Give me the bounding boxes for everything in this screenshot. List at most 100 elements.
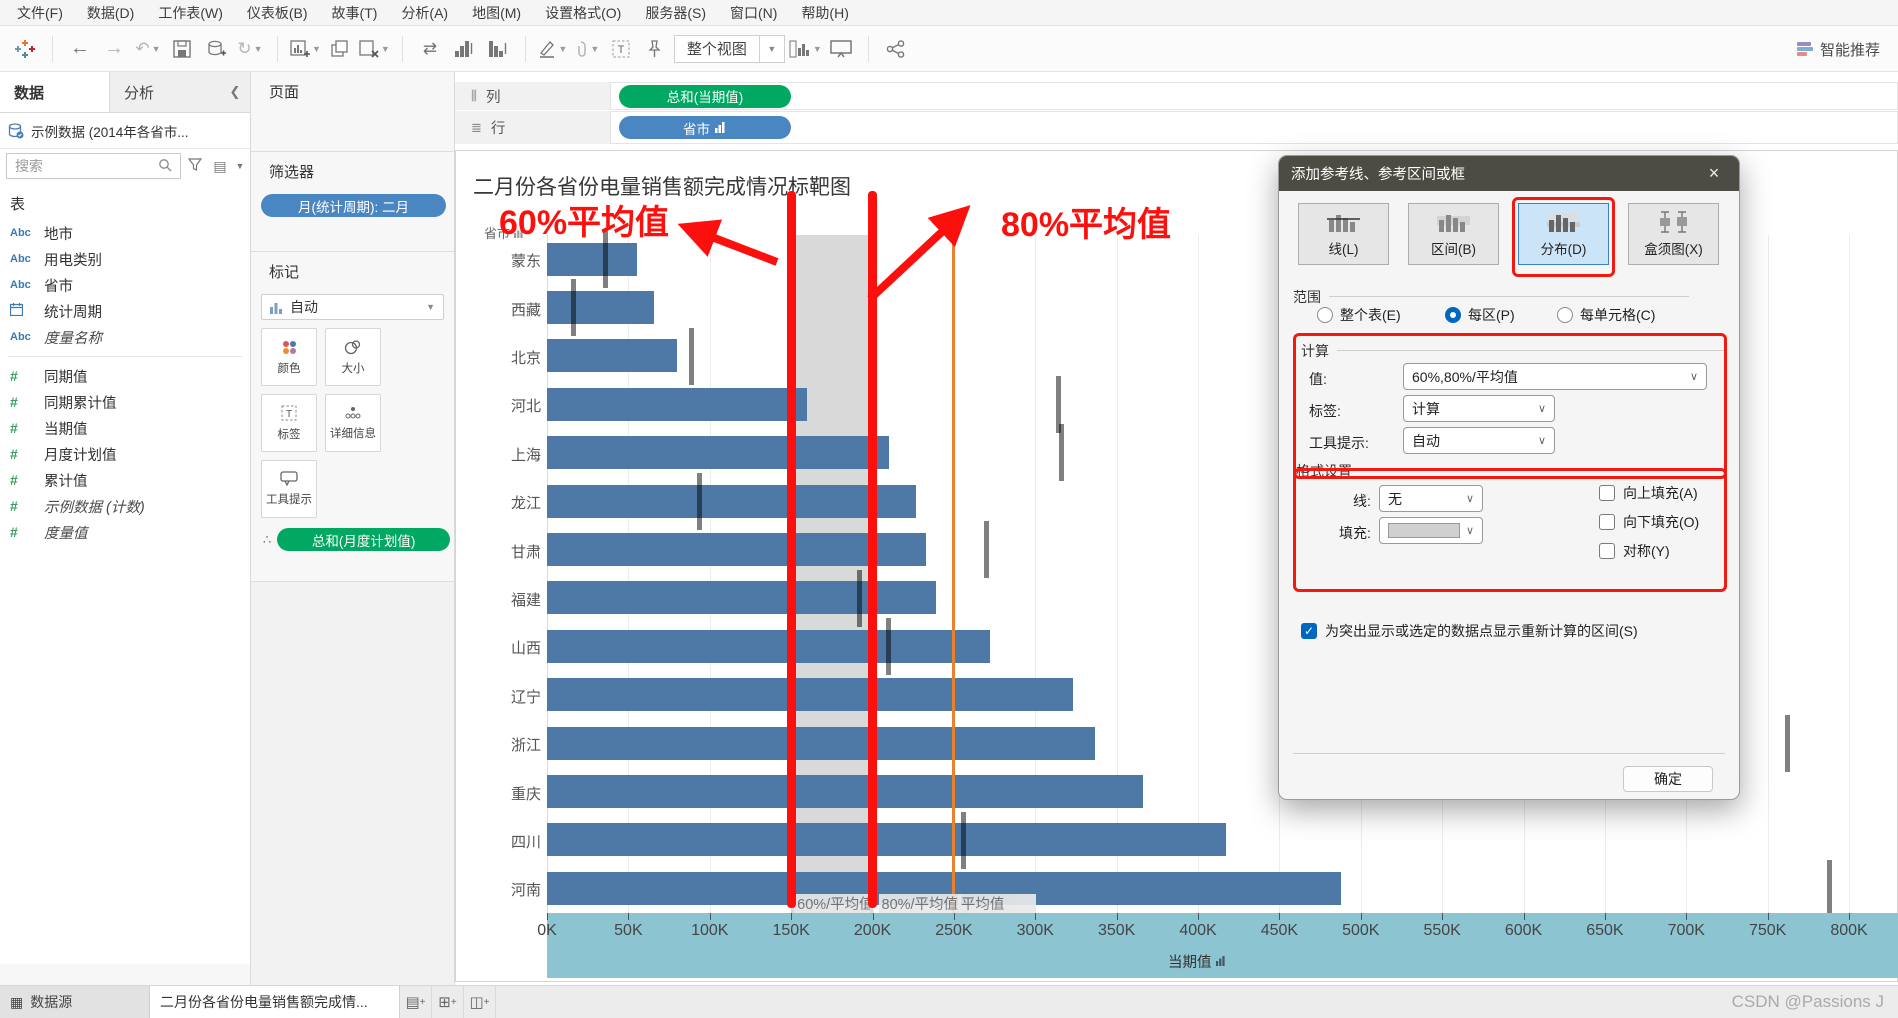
new-story-icon[interactable]: ◫ + [464,986,496,1018]
undo-icon[interactable]: ↶ ▼ [133,33,163,65]
target-tick[interactable] [886,617,892,675]
tab-data[interactable]: 数据 [0,72,110,112]
row-label[interactable]: 辽宁 [471,686,541,707]
value-select[interactable]: 60%,80%/平均值 ∨ [1403,363,1707,390]
view-options-icon[interactable]: ▤ [209,158,231,175]
pin-icon[interactable] [640,33,670,65]
bar[interactable] [547,290,655,324]
format-checkbox-2[interactable]: 对称(Y) [1599,541,1670,561]
forward-icon[interactable]: → [99,33,129,65]
field-省市[interactable]: Abc 省市 [0,272,250,298]
new-worksheet-icon[interactable]: ▤ + [400,986,432,1018]
target-tick[interactable] [1826,859,1832,917]
format-checkbox-1[interactable]: 向下填充(O) [1599,512,1699,532]
row-label[interactable]: 龙江 [471,492,541,513]
scope-radio-1[interactable]: 每区(P) [1445,305,1515,325]
rows-track[interactable]: 省市 [610,111,1898,144]
collapse-pane-icon[interactable]: ❮ [220,72,250,112]
filters-card[interactable]: 筛选器 月(统计周期): 二月 [251,152,454,252]
ref-type-line[interactable]: 线(L) [1298,203,1389,265]
presentation-icon[interactable] [826,33,856,65]
fill-select[interactable]: ∨ [1379,517,1483,544]
marks-size-button[interactable]: 大小 [325,328,381,386]
pages-card[interactable]: 页面 [251,72,454,152]
bar[interactable] [547,387,808,421]
search-input[interactable]: 搜索 [6,153,181,179]
field-月度计划值[interactable]: # 月度计划值 [0,441,250,467]
row-label[interactable]: 河北 [471,395,541,416]
menu-item[interactable]: 地图(M) [461,0,532,26]
smart-recommend-button[interactable]: 智能推荐 [1796,26,1880,72]
bar[interactable] [547,726,1096,760]
datasource-item[interactable]: 示例数据 (2014年各省市... [0,113,250,149]
field-累计值[interactable]: # 累计值 [0,467,250,493]
bar[interactable] [547,774,1143,808]
paperclip-icon[interactable]: ▼ [572,33,602,65]
ref-type-distribution[interactable]: 分布(D) [1518,203,1609,265]
row-label[interactable]: 重庆 [471,783,541,804]
menu-item[interactable]: 窗口(N) [719,0,788,26]
columns-track[interactable]: 总和(当期值) [610,82,1898,110]
mark-type-dropdown[interactable]: 自动 ▼ [261,294,444,320]
sheet-tab-active[interactable]: 二月份各省份电量销售额完成情... [150,986,400,1018]
tab-analytics[interactable]: 分析 [110,72,220,112]
show-me-icon[interactable]: ▼ [789,33,822,65]
row-label[interactable]: 上海 [471,444,541,465]
target-tick[interactable] [570,279,576,337]
field-同期累计值[interactable]: # 同期累计值 [0,389,250,415]
field-用电类别[interactable]: Abc 用电类别 [0,246,250,272]
marks-tooltip-button[interactable]: 工具提示 [261,460,317,518]
target-tick[interactable] [856,569,862,627]
ref-type-boxplot[interactable]: 盒须图(X) [1628,203,1719,265]
field-统计周期[interactable]: 统计周期 [0,298,250,324]
tag-select[interactable]: 计算 ∨ [1403,395,1555,422]
bar[interactable] [547,242,637,276]
ok-button[interactable]: 确定 [1623,766,1713,792]
row-label[interactable]: 蒙东 [471,250,541,271]
x-axis-title[interactable]: 当期值 [1168,951,1227,972]
bar[interactable] [547,581,936,615]
highlight-pen-icon[interactable]: ▼ [538,33,568,65]
row-label[interactable]: 西藏 [471,299,541,320]
fit-mode-value[interactable]: 整个视图 [675,35,760,62]
bar[interactable] [547,678,1073,712]
text-object-icon[interactable]: T [606,33,636,65]
bar[interactable] [547,436,889,470]
row-label[interactable]: 北京 [471,347,541,368]
filter-pill[interactable]: 月(统计周期): 二月 [261,194,446,217]
new-worksheet-icon[interactable]: ▼ [290,33,321,65]
menu-item[interactable]: 数据(D) [76,0,145,26]
target-tick[interactable] [697,472,703,530]
menu-item[interactable]: 故事(T) [321,0,389,26]
tooltip-select[interactable]: 自动 ∨ [1403,427,1555,454]
field-地市[interactable]: Abc 地市 [0,220,250,246]
share-icon[interactable] [881,33,911,65]
marks-detail-button[interactable]: 详细信息 [325,394,381,452]
rows-pill[interactable]: 省市 [619,116,791,139]
x-axis-selected-strip[interactable]: 0K 50K 100K 150K 200K 250K 300K 350K 400K 450K 500… [537,912,1898,978]
line-style-select[interactable]: 无 ∨ [1379,485,1483,512]
row-label[interactable]: 四川 [471,831,541,852]
bar[interactable] [547,484,917,518]
marks-card[interactable]: 标记 自动 ▼ 颜色 大小 T 标签 详细信息 工具提示 ∴ 总和(月度计划值) [251,252,454,582]
sort-ascending-icon[interactable] [449,33,479,65]
marks-label-button[interactable]: T 标签 [261,394,317,452]
back-icon[interactable]: ← [65,33,95,65]
sort-descending-icon[interactable] [483,33,513,65]
row-label[interactable]: 甘肃 [471,541,541,562]
refresh-icon[interactable]: ↻ ▼ [235,33,265,65]
menu-item[interactable]: 仪表板(B) [236,0,319,26]
marks-color-button[interactable]: 颜色 [261,328,317,386]
new-dashboard-icon[interactable]: ⊞ + [432,986,464,1018]
chevron-down-icon[interactable]: ▼ [234,161,246,171]
swap-axes-icon[interactable]: ⇄ [415,33,445,65]
row-label[interactable]: 山西 [471,637,541,658]
scope-radio-2[interactable]: 每单元格(C) [1557,305,1655,325]
field-当期值[interactable]: # 当期值 [0,415,250,441]
target-tick[interactable] [1784,714,1790,772]
field-度量值[interactable]: # 度量值 [0,519,250,545]
bar[interactable] [547,629,990,663]
menu-item[interactable]: 文件(F) [6,0,74,26]
ref-type-band[interactable]: 区间(B) [1408,203,1499,265]
fit-mode-dropdown[interactable]: 整个视图 ▼ [673,34,785,63]
